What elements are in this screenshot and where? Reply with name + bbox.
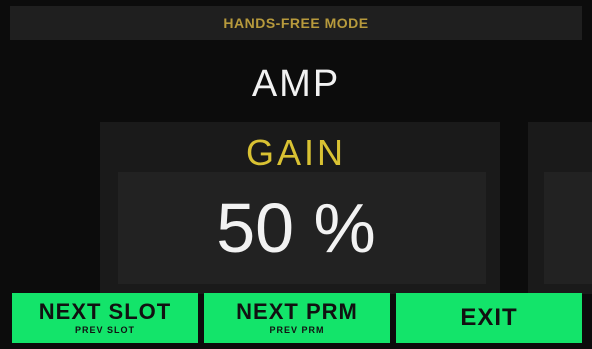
prev-slot-label: PREV SLOT xyxy=(74,325,135,335)
prev-param-label: PREV PRM xyxy=(269,325,325,335)
next-slot-button[interactable]: NEXT SLOT PREV SLOT xyxy=(12,293,198,343)
next-slot-label: NEXT SLOT xyxy=(38,299,172,324)
exit-button[interactable]: EXIT xyxy=(396,293,582,343)
title-bar: HANDS-FREE MODE xyxy=(10,6,582,40)
block-name: AMP xyxy=(251,63,341,105)
next-param-label: NEXT PRM xyxy=(236,299,358,324)
hands-free-mode-screen: HANDS-FREE MODE AMP GAIN 50 % NEXT SLOT … xyxy=(0,0,592,349)
next-param-button[interactable]: NEXT PRM PREV PRM xyxy=(204,293,390,343)
parameter-name: GAIN xyxy=(245,132,346,173)
exit-label: EXIT xyxy=(460,304,518,331)
parameter-value: 50 % xyxy=(216,189,376,267)
page-title: HANDS-FREE MODE xyxy=(223,15,369,31)
footer-button-bar: NEXT SLOT PREV SLOT NEXT PRM PREV PRM EX… xyxy=(12,293,582,343)
